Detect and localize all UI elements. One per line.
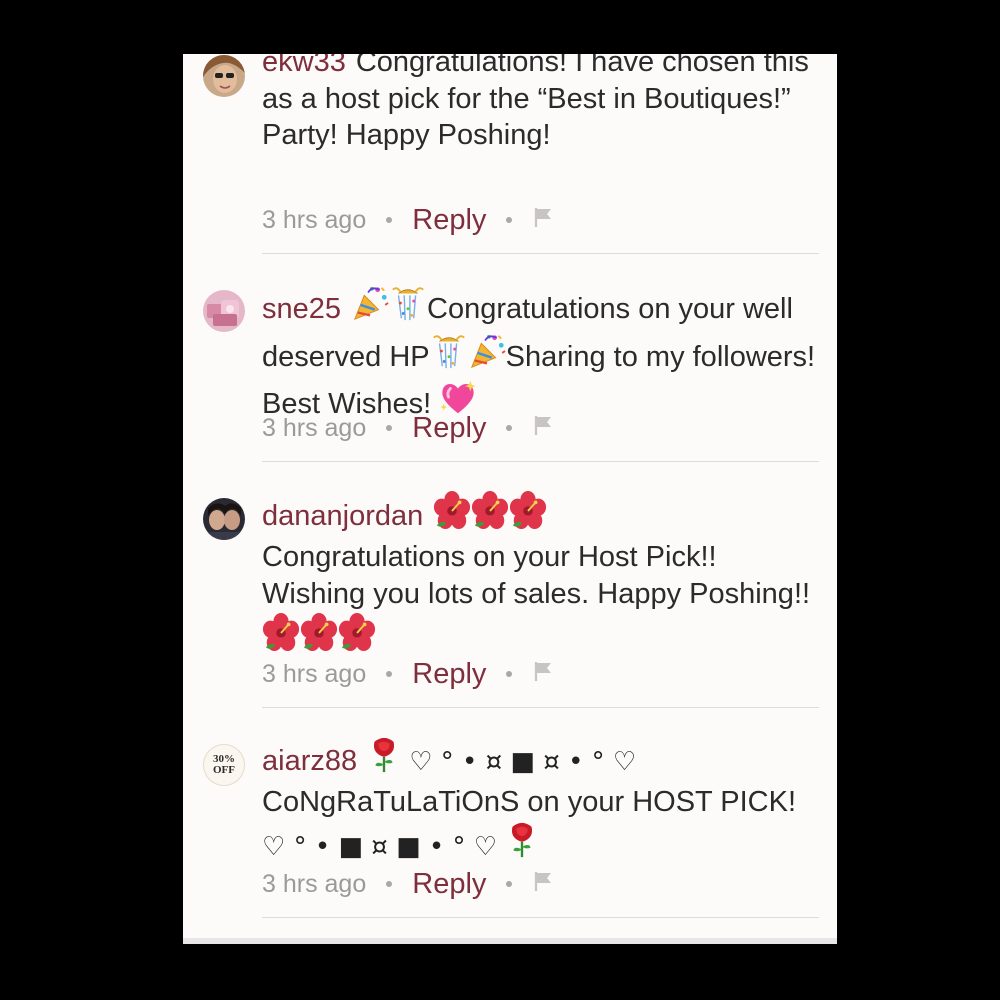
reply-button[interactable]: Reply bbox=[412, 658, 486, 691]
hibiscus-icon bbox=[509, 491, 547, 539]
hibiscus-icon bbox=[262, 613, 300, 661]
timestamp: 3 hrs ago bbox=[262, 659, 367, 688]
flag-icon[interactable] bbox=[532, 870, 554, 899]
avatar-aiarz88[interactable]: 30% OFF bbox=[203, 744, 245, 786]
timestamp: 3 hrs ago bbox=[262, 869, 367, 898]
confetti-ball-icon bbox=[430, 332, 468, 380]
confetti-ball-icon bbox=[389, 284, 427, 332]
divider bbox=[262, 707, 819, 708]
avatar-dananjordan[interactable] bbox=[203, 498, 245, 540]
username-link[interactable]: sne25 bbox=[262, 293, 341, 325]
flag-icon[interactable] bbox=[532, 660, 554, 689]
comment-meta: 3 hrs ago Reply bbox=[262, 410, 554, 446]
reply-button[interactable]: Reply bbox=[412, 868, 486, 901]
separator-dot bbox=[506, 671, 513, 677]
separator-dot bbox=[506, 425, 513, 431]
hibiscus-icon bbox=[471, 491, 509, 539]
username-link[interactable]: ekw33 bbox=[262, 54, 346, 78]
reply-button[interactable]: Reply bbox=[412, 204, 486, 237]
rose-icon bbox=[367, 736, 401, 784]
separator-dot bbox=[386, 671, 393, 677]
comment-body: aiarz88 ♡ ° • ¤ ■ ¤ • ° ♡ CoNgRaTuLaTiOnS… bbox=[262, 736, 817, 869]
avatar-ekw33[interactable] bbox=[203, 55, 245, 97]
party-popper-icon bbox=[351, 284, 389, 332]
separator-dot bbox=[506, 217, 513, 223]
username-link[interactable]: aiarz88 bbox=[262, 745, 357, 777]
comment-body: sne25 Congratulations on your well deserv… bbox=[262, 284, 817, 427]
separator-dot bbox=[506, 881, 513, 887]
avatar-text: 30% OFF bbox=[213, 753, 235, 776]
timestamp: 3 hrs ago bbox=[262, 413, 367, 442]
party-popper-icon bbox=[468, 332, 506, 380]
hibiscus-icon bbox=[433, 491, 471, 539]
avatar-sne25[interactable] bbox=[203, 290, 245, 332]
separator-dot bbox=[386, 425, 393, 431]
comment-body: dananjordan Congratulations on your Host … bbox=[262, 491, 817, 661]
hibiscus-icon bbox=[300, 613, 338, 661]
decorative-symbols: ♡ ° • ¤ ■ ¤ • ° ♡ bbox=[409, 747, 637, 777]
separator-dot bbox=[386, 881, 393, 887]
comment-text: CoNgRaTuLaTiOnS on your HOST PICK! bbox=[262, 786, 797, 818]
panel-bottom-edge bbox=[183, 938, 837, 944]
rose-icon bbox=[505, 821, 539, 869]
flag-icon[interactable] bbox=[532, 414, 554, 443]
hibiscus-icon bbox=[338, 613, 376, 661]
comment-meta: 3 hrs ago Reply bbox=[262, 866, 554, 902]
comment-body: ekw33 Congratulations! I have chosen this… bbox=[262, 54, 817, 154]
divider bbox=[262, 461, 819, 462]
username-link[interactable]: dananjordan bbox=[262, 500, 423, 532]
comments-panel: ekw33 Congratulations! I have chosen this… bbox=[183, 54, 837, 944]
separator-dot bbox=[386, 217, 393, 223]
comment-meta: 3 hrs ago Reply bbox=[262, 656, 554, 692]
timestamp: 3 hrs ago bbox=[262, 205, 367, 234]
reply-button[interactable]: Reply bbox=[412, 412, 486, 445]
comment-text: Congratulations on your Host Pick!! Wish… bbox=[262, 541, 811, 610]
divider bbox=[262, 253, 819, 254]
comment-meta: 3 hrs ago Reply bbox=[262, 202, 554, 238]
flag-icon[interactable] bbox=[532, 206, 554, 235]
decorative-symbols: ♡ ° • ■ ¤ ■ • ° ♡ bbox=[262, 832, 498, 862]
divider bbox=[262, 917, 819, 918]
